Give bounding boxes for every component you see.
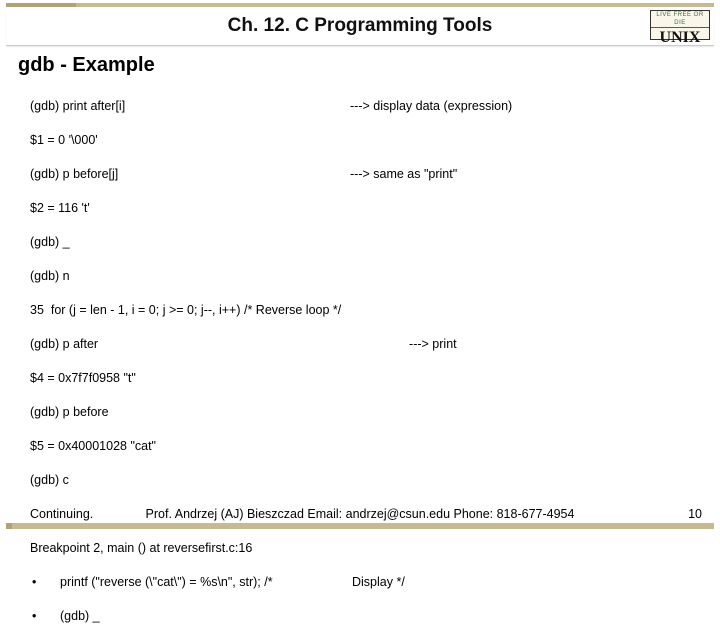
code-line: Breakpoint 2, main () at reversefirst.c:…: [30, 540, 702, 557]
page-number: 10: [688, 507, 702, 521]
chapter-title: Ch. 12. C Programming Tools: [228, 15, 493, 37]
code-line: (gdb) p before[j]: [30, 166, 350, 183]
section-heading: gdb - Example: [18, 54, 720, 77]
footer-band: [6, 523, 714, 529]
code-line: (gdb) n: [30, 268, 702, 285]
bullet-icon: •: [30, 574, 60, 591]
bullet-icon: •: [30, 608, 60, 625]
title-bar: Ch. 12. C Programming Tools LIVE FREE OR…: [6, 3, 714, 46]
code-line: printf ("reverse (\"cat\") = %s\n", str)…: [60, 574, 352, 591]
code-line: $5 = 0x40001028 "cat": [30, 438, 702, 455]
footer-attribution: Prof. Andrzej (AJ) Bieszczad Email: andr…: [0, 507, 720, 521]
code-annotation: Display */: [352, 574, 702, 591]
gdb-transcript: (gdb) print after[i]---> display data (e…: [30, 81, 702, 642]
code-line: (gdb) c: [30, 472, 702, 489]
code-line: (gdb) print after[i]: [30, 98, 350, 115]
code-line: (gdb) _: [30, 234, 702, 251]
code-line: (gdb) p after: [30, 336, 350, 353]
code-line: 35 for (j = len - 1, i = 0; j >= 0; j--,…: [30, 302, 702, 319]
code-line: (gdb) p before: [30, 404, 702, 421]
code-line: (gdb) _: [60, 608, 100, 625]
code-line: $2 = 116 't': [30, 200, 702, 217]
title-ornament: [6, 3, 76, 7]
code-annotation: ---> same as "print": [350, 166, 702, 183]
code-annotation: ---> print: [350, 336, 702, 353]
unix-badge: LIVE FREE OR DIE UNIX: [650, 10, 710, 40]
code-line: $1 = 0 '\000': [30, 132, 702, 149]
code-line: $4 = 0x7f7f0958 "t": [30, 370, 702, 387]
badge-top-text: LIVE FREE OR DIE: [651, 11, 709, 28]
badge-main-text: UNIX: [651, 28, 709, 48]
code-annotation: ---> display data (expression): [350, 98, 702, 115]
